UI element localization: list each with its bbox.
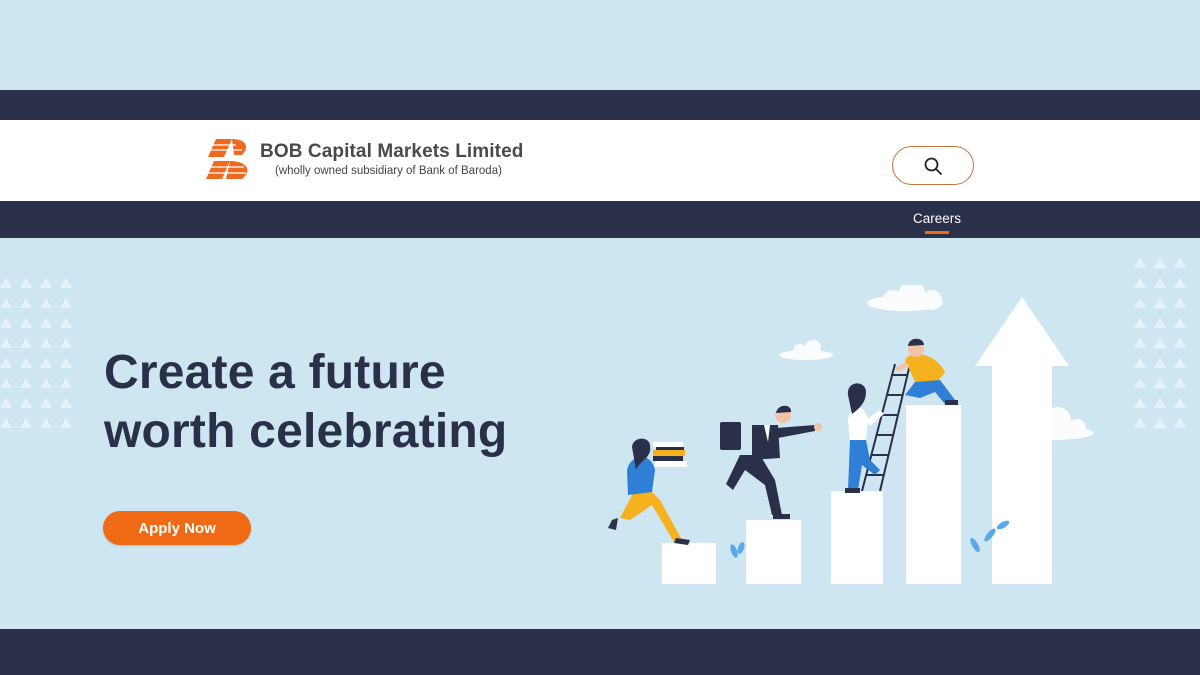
- growth-steps: [662, 405, 961, 584]
- decorative-triangle-pattern-left: [0, 278, 72, 428]
- growth-arrow: [975, 297, 1069, 584]
- apply-now-button[interactable]: Apply Now: [103, 511, 251, 545]
- hero-title-line1: Create a future: [104, 346, 446, 399]
- site-header: [0, 120, 1200, 201]
- ladder: [861, 363, 911, 492]
- hero-title-line2: worth celebrating: [104, 405, 508, 458]
- person-at-top: [895, 338, 958, 405]
- brand-name: BOB Capital Markets Limited: [260, 141, 524, 162]
- nav-active-indicator: [925, 231, 949, 234]
- search-icon: [924, 157, 942, 175]
- bank-of-baroda-logo-icon[interactable]: [206, 137, 254, 181]
- person-climbing-ladder: [845, 383, 884, 493]
- nav-item-careers[interactable]: Careers: [913, 211, 961, 226]
- person-carrying-books: [608, 438, 690, 545]
- hero-title: Create a future worth celebrating: [104, 343, 507, 461]
- top-banner-band: [0, 0, 1200, 90]
- nav-bar: [0, 201, 1200, 238]
- top-dark-band: [0, 90, 1200, 120]
- footer-band: [0, 629, 1200, 675]
- career-growth-illustration: [608, 285, 1094, 584]
- person-with-briefcase: [720, 405, 822, 519]
- decorative-triangle-pattern-right: [1134, 258, 1186, 428]
- search-button[interactable]: [892, 146, 974, 185]
- brand-subtitle: (wholly owned subsidiary of Bank of Baro…: [275, 165, 502, 177]
